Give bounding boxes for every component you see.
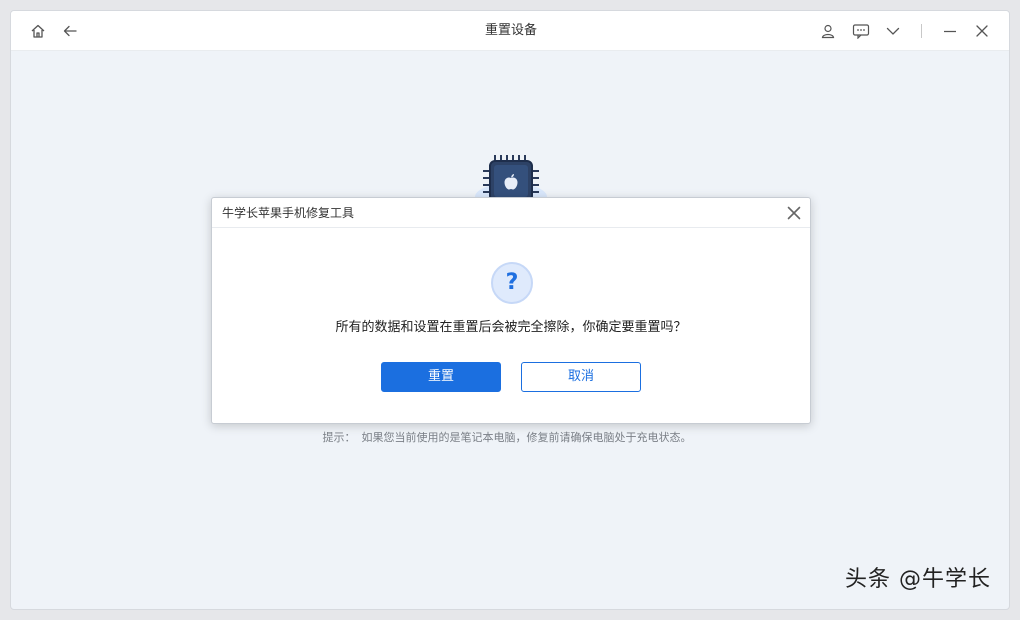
watermark-text: 头条 @牛学长 — [845, 567, 991, 592]
confirm-reset-button[interactable]: 重置 — [381, 362, 501, 392]
hint-message: 如果您当前使用的是笔记本电脑，修复前请确保电脑处于充电状态。 — [361, 431, 692, 444]
title-bar: 重置设备 — [11, 11, 1009, 51]
chevron-down-icon[interactable] — [884, 22, 902, 40]
titlebar-divider — [921, 24, 922, 38]
back-arrow-icon[interactable] — [61, 22, 79, 40]
home-icon[interactable] — [29, 22, 47, 40]
dialog-message: 所有的数据和设置在重置后会被完全擦除，你确定要重置吗？ — [335, 320, 687, 335]
dialog-title: 牛学长苹果手机修复工具 — [222, 206, 355, 220]
app-window: 重置设备 提示： 如果您当前使用的是笔记本电脑，修复前请确保电脑处于充电状态。 … — [10, 10, 1010, 610]
confirm-reset-dialog: 牛学长苹果手机修复工具 ? 所有的数据和设置在重置后会被完全擦除，你确定要重置吗… — [211, 197, 811, 424]
hint-text: 提示： 如果您当前使用的是笔记本电脑，修复前请确保电脑处于充电状态。 — [11, 429, 1009, 445]
minimize-icon[interactable] — [941, 22, 959, 40]
hint-label: 提示： — [322, 431, 356, 444]
question-glyph: ? — [505, 270, 519, 295]
cancel-button[interactable]: 取消 — [521, 362, 641, 392]
question-icon: ? — [491, 262, 533, 304]
dialog-header: 牛学长苹果手机修复工具 — [212, 198, 810, 228]
feedback-icon[interactable] — [852, 22, 870, 40]
user-icon[interactable] — [819, 22, 837, 40]
dialog-close-icon[interactable] — [786, 205, 802, 221]
close-icon[interactable] — [973, 22, 991, 40]
